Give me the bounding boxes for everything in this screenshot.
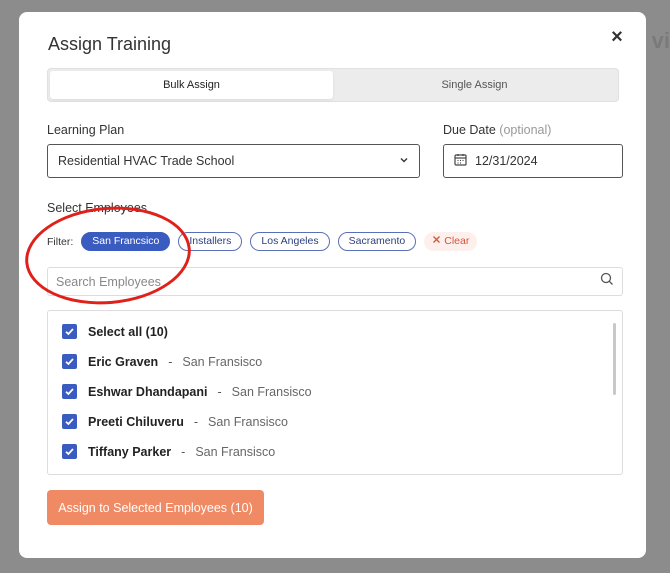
learning-plan-value: Residential HVAC Trade School (58, 154, 235, 168)
clear-filters-label: Clear (444, 235, 470, 247)
due-date-optional: (optional) (499, 123, 552, 137)
employee-checkbox[interactable] (62, 354, 77, 369)
employee-checkbox[interactable] (62, 384, 77, 399)
assign-mode-toggle: Bulk Assign Single Assign (47, 68, 619, 102)
employee-checkbox[interactable] (62, 444, 77, 459)
filter-chip-san-francisco[interactable]: San Francsico (81, 232, 171, 251)
due-date-label-text: Due Date (443, 123, 496, 137)
employee-name: Preeti Chiluveru (88, 414, 184, 429)
employee-location: San Fransisco (208, 414, 288, 429)
learning-plan-select[interactable]: Residential HVAC Trade School (47, 144, 420, 178)
employee-filter-bar: Filter: San Francsico Installers Los Ang… (47, 232, 478, 251)
separator: - (168, 354, 173, 369)
filter-chip-sacramento[interactable]: Sacramento (337, 232, 417, 251)
learning-plan-label: Learning Plan (47, 123, 125, 137)
due-date-value: 12/31/2024 (475, 154, 538, 168)
list-scrollbar[interactable] (613, 323, 616, 395)
employee-name: Eshwar Dhandapani (88, 384, 208, 399)
clear-filters-button[interactable]: Clear (424, 232, 478, 251)
close-button[interactable]: × (608, 26, 626, 48)
check-icon (65, 328, 74, 336)
check-icon (65, 448, 74, 456)
select-all-checkbox[interactable] (62, 324, 77, 339)
search-icon[interactable] (600, 272, 614, 291)
modal-title: Assign Training (48, 34, 172, 54)
employee-list: Select all (10) Eric Graven - San Fransi… (47, 310, 623, 475)
tab-bulk-assign[interactable]: Bulk Assign (50, 71, 333, 99)
check-icon (65, 388, 74, 396)
chevron-down-icon (399, 154, 409, 168)
employee-location: San Fransisco (231, 384, 312, 399)
employee-name: Tiffany Parker (88, 444, 172, 459)
x-icon (432, 232, 441, 251)
employee-search (47, 267, 623, 296)
calendar-icon (454, 153, 467, 169)
select-employees-label: Select Employees (47, 201, 148, 215)
separator: - (193, 414, 199, 429)
check-icon (65, 358, 74, 366)
list-item[interactable]: Preeti Chiluveru - San Fransisco (62, 414, 288, 429)
list-item[interactable]: Eric Graven - San Fransisco (62, 354, 262, 369)
background-page-title: vi (651, 28, 670, 53)
close-icon: × (611, 26, 623, 48)
due-date-field[interactable]: 12/31/2024 (443, 144, 623, 178)
search-input[interactable] (56, 274, 600, 289)
employee-checkbox[interactable] (62, 414, 77, 429)
separator: - (217, 384, 222, 399)
list-item[interactable]: Eshwar Dhandapani - San Fransisco (62, 384, 312, 399)
select-all-label: Select all (10) (88, 324, 168, 339)
select-all-row[interactable]: Select all (10) (62, 324, 168, 339)
employee-location: San Fransisco (195, 444, 276, 459)
assign-selected-button[interactable]: Assign to Selected Employees (10) (47, 490, 264, 525)
due-date-label: Due Date (optional) (443, 123, 551, 137)
list-item[interactable]: Tiffany Parker - San Fransisco (62, 444, 275, 459)
filter-chip-los-angeles[interactable]: Los Angeles (250, 232, 330, 251)
assign-training-modal: Assign Training × Bulk Assign Single Ass… (19, 12, 646, 558)
employee-name: Eric Graven (88, 354, 159, 369)
filter-chip-installers[interactable]: Installers (178, 232, 243, 251)
employee-location: San Fransisco (182, 354, 263, 369)
tab-single-assign[interactable]: Single Assign (333, 71, 616, 99)
filter-label: Filter: (47, 235, 74, 248)
separator: - (181, 444, 186, 459)
check-icon (65, 418, 74, 426)
